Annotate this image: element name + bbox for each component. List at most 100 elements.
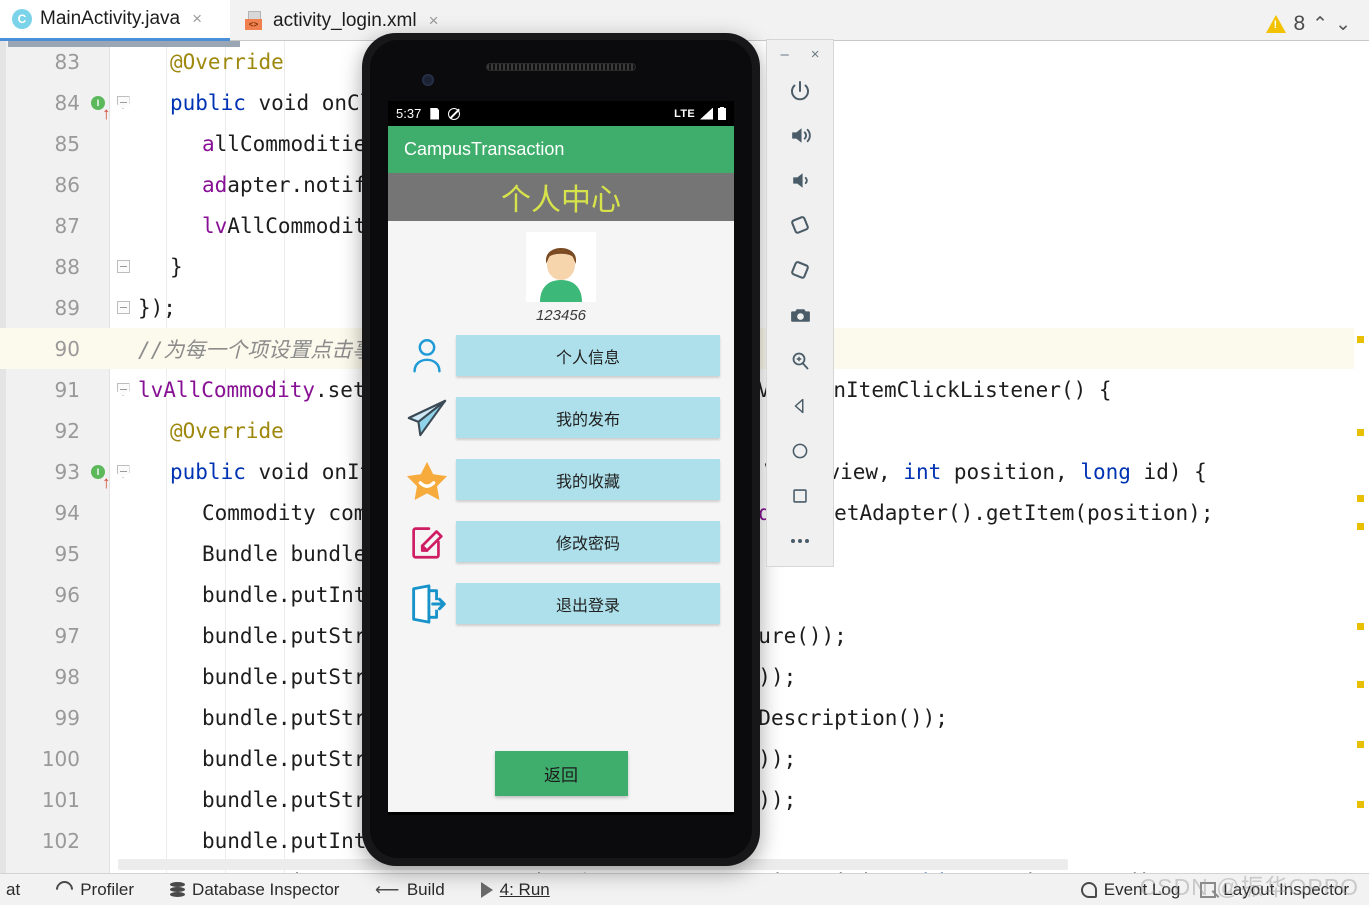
phone-body: 5:37 LTE CampusTransaction 个人中心 123456 个…	[370, 40, 752, 858]
close-icon[interactable]: ×	[429, 11, 439, 31]
profile-menu-row[interactable]: 我的发布	[398, 394, 724, 441]
warning-count: 8	[1293, 12, 1306, 35]
inspection-widget[interactable]: 8 ⌃ ⌄	[1266, 12, 1351, 36]
power-icon[interactable]	[767, 68, 833, 113]
code-token: long	[1080, 459, 1144, 484]
sd-card-icon	[430, 107, 440, 120]
line-number: 96	[54, 582, 80, 607]
line-number: 95	[54, 541, 80, 566]
emulator-window-controls: – ×	[767, 40, 833, 68]
status-item-database-inspector[interactable]: Database Inspector	[170, 880, 339, 900]
emulator-phone-frame: 5:37 LTE CampusTransaction 个人中心 123456 个…	[362, 33, 760, 866]
menu-button-2[interactable]: 我的收藏	[456, 459, 720, 500]
rotate-left-icon[interactable]	[767, 203, 833, 248]
line-number: 102	[41, 828, 80, 853]
run-gutter-icon[interactable]: I ↑	[86, 95, 111, 122]
status-item-event-log[interactable]: Event Log	[1080, 880, 1180, 900]
code-fold-icon[interactable]	[110, 301, 136, 314]
profile-menu-row[interactable]: 我的收藏	[398, 456, 724, 503]
code-token: a	[202, 131, 215, 156]
status-item-profiler[interactable]: Profiler	[52, 877, 135, 902]
phone-screen[interactable]: 5:37 LTE CampusTransaction 个人中心 123456 个…	[388, 101, 734, 815]
return-button[interactable]: 返回	[494, 751, 628, 796]
code-fold-icon[interactable]	[110, 465, 136, 478]
inspection-ruler[interactable]	[1354, 41, 1369, 873]
chevron-down-icon[interactable]: ⌄	[1335, 13, 1351, 36]
person-outline-icon	[398, 334, 456, 378]
volume-up-icon[interactable]	[767, 113, 833, 158]
emulator-toolbar[interactable]: – ×	[766, 39, 834, 567]
status-time: 5:37	[396, 106, 422, 121]
code-fold-icon[interactable]	[110, 260, 136, 273]
menu-button-0[interactable]: 个人信息	[456, 335, 720, 376]
zoom-icon[interactable]	[767, 338, 833, 383]
android-studio-window: C MainActivity.java × <> activity_login.…	[0, 0, 1369, 905]
database-icon	[170, 881, 186, 898]
code-fold-icon[interactable]	[110, 383, 136, 396]
line-number: 101	[41, 787, 80, 812]
line-number: 93	[54, 459, 80, 484]
tab-label: activity_login.xml	[273, 9, 417, 31]
profiler-icon	[52, 877, 77, 902]
status-label: Layout Inspector	[1223, 879, 1349, 899]
hammer-icon: ⟶	[375, 879, 400, 899]
status-label: Profiler	[80, 879, 135, 899]
close-icon[interactable]: ×	[811, 47, 820, 62]
username-label: 123456	[535, 307, 587, 324]
line-number: 100	[41, 746, 80, 771]
layout-inspector-icon	[1200, 881, 1217, 898]
code-token: @Override	[170, 49, 284, 74]
line-number: 87	[54, 213, 80, 238]
line-number: 99	[54, 705, 80, 730]
minimize-icon[interactable]: –	[780, 47, 788, 62]
java-class-icon: C	[12, 9, 32, 29]
code-token: lvAllCommodity	[138, 377, 316, 402]
code-token: position,	[953, 459, 1081, 484]
profile-header: 123456	[388, 221, 734, 324]
line-number: 94	[54, 500, 80, 525]
screenshot-camera-icon[interactable]	[767, 293, 833, 338]
more-options-icon[interactable]	[767, 518, 833, 563]
line-number: 89	[54, 295, 80, 320]
code-token: int	[903, 459, 954, 484]
chevron-up-icon[interactable]: ⌃	[1312, 13, 1328, 36]
line-number: 88	[54, 254, 80, 279]
status-item-run[interactable]: 4: Run	[480, 879, 550, 900]
code-token: id) {	[1143, 459, 1207, 484]
rotate-right-icon[interactable]	[767, 248, 833, 293]
android-navigation-bar[interactable]	[388, 812, 734, 815]
profile-menu-row[interactable]: 修改密码	[398, 518, 724, 565]
run-gutter-icon[interactable]: I ↑	[86, 464, 111, 491]
nav-back-icon[interactable]	[767, 383, 833, 428]
status-label: at	[6, 879, 21, 899]
profile-menu-row[interactable]: 个人信息	[398, 332, 724, 379]
line-number: 86	[54, 172, 80, 197]
line-number: 97	[54, 623, 80, 648]
status-item-logcat[interactable]: at	[6, 880, 20, 900]
line-number: 85	[54, 131, 80, 156]
app-action-bar: CampusTransaction	[388, 126, 734, 173]
code-token: //为每一个项设置点击事件	[138, 337, 395, 362]
tab-mainactivity-java[interactable]: C MainActivity.java ×	[0, 0, 230, 41]
line-number: 83	[54, 49, 80, 74]
app-title: CampusTransaction	[404, 139, 565, 159]
user-avatar[interactable]	[526, 232, 596, 302]
code-token: });	[138, 295, 176, 320]
code-token: public	[170, 90, 259, 115]
volume-down-icon[interactable]	[767, 158, 833, 203]
line-number: 92	[54, 418, 80, 443]
menu-button-4[interactable]: 退出登录	[456, 583, 720, 624]
menu-button-1[interactable]: 我的发布	[456, 397, 720, 438]
warning-triangle-icon	[1266, 15, 1287, 33]
nav-home-icon[interactable]	[767, 428, 833, 473]
status-item-build[interactable]: ⟶ Build	[375, 880, 444, 900]
profile-menu-row[interactable]: 退出登录	[398, 580, 724, 627]
menu-button-3[interactable]: 修改密码	[456, 521, 720, 562]
status-label: 4: Run	[499, 879, 550, 899]
code-fold-icon[interactable]	[110, 96, 136, 109]
star-icon	[398, 458, 456, 502]
status-item-layout-inspector[interactable]: Layout Inspector	[1200, 880, 1349, 900]
earpiece-speaker	[486, 63, 636, 71]
nav-overview-icon[interactable]	[767, 473, 833, 518]
close-icon[interactable]: ×	[192, 9, 202, 29]
